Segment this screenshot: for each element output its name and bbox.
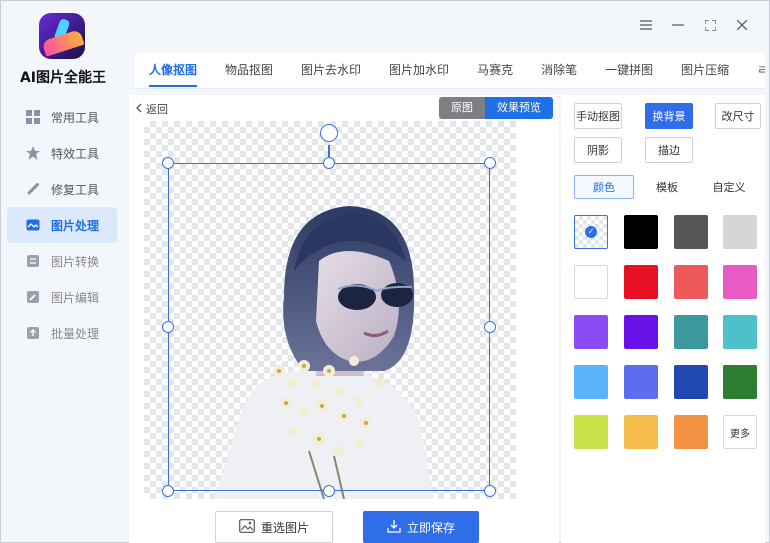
save-now-button[interactable]: 立即保存 xyxy=(363,511,479,543)
grid-icon xyxy=(25,109,41,125)
resize-handle-tr[interactable] xyxy=(484,157,496,169)
back-label: 返回 xyxy=(146,103,168,116)
sidebar-item-label: 图片转换 xyxy=(51,254,100,269)
close-icon[interactable] xyxy=(735,17,749,33)
color-swatch[interactable] xyxy=(723,265,757,299)
selection-box[interactable] xyxy=(168,163,490,491)
editor-area: 返回 原图 效果预览 重选图片 立即保存 xyxy=(129,95,559,543)
sidebar-item-label: 图片处理 xyxy=(51,218,100,233)
color-swatch[interactable] xyxy=(574,365,608,399)
sidebar-item-image-convert[interactable]: 图片转换 xyxy=(7,243,117,279)
resize-handle-bl[interactable] xyxy=(162,485,174,497)
star-icon xyxy=(25,145,41,161)
app-name: AI图片全能王 xyxy=(19,70,107,86)
color-swatch[interactable] xyxy=(574,315,608,349)
sidebar-item-repair-tools[interactable]: 修复工具 xyxy=(7,171,117,207)
back-button[interactable]: 返回 xyxy=(135,101,168,117)
tab-portrait-cutout[interactable]: 人像抠图 xyxy=(135,53,211,88)
sidebar-item-batch[interactable]: 批量处理 xyxy=(7,315,117,351)
download-icon xyxy=(387,519,401,536)
feature-tabs: 人像抠图 物品抠图 图片去水印 图片加水印 马赛克 消除笔 一键拼图 图片压缩 … xyxy=(135,53,765,89)
color-swatch[interactable] xyxy=(624,315,658,349)
sidebar-item-label: 图片编辑 xyxy=(51,290,100,305)
resize-handle-tl[interactable] xyxy=(162,157,174,169)
check-icon: ✓ xyxy=(585,226,597,238)
sidebar-item-label: 批量处理 xyxy=(51,326,100,341)
window-controls xyxy=(639,17,749,33)
swatch-transparent[interactable]: ✓ xyxy=(574,215,608,249)
tab-eraser[interactable]: 消除笔 xyxy=(527,53,591,88)
color-swatch[interactable] xyxy=(624,415,658,449)
menu-icon[interactable] xyxy=(639,17,653,33)
image-icon xyxy=(239,518,255,536)
color-swatch[interactable] xyxy=(723,315,757,349)
resize-handle-r[interactable] xyxy=(484,321,496,333)
reselect-label: 重选图片 xyxy=(260,520,309,535)
color-swatch[interactable] xyxy=(674,365,708,399)
image-wave-icon xyxy=(25,217,41,233)
reselect-image-button[interactable]: 重选图片 xyxy=(215,511,333,543)
color-swatch[interactable] xyxy=(674,315,708,349)
maximize-icon[interactable] xyxy=(703,17,717,33)
wand-icon xyxy=(25,181,41,197)
subtab-color[interactable]: 颜色 xyxy=(574,175,634,199)
tab-mosaic[interactable]: 马赛克 xyxy=(463,53,527,88)
app-window: AI图片全能王 常用工具 特效工具 修复工具 图片处理 图片转换 图片编辑 批量… xyxy=(0,0,770,543)
color-swatch[interactable] xyxy=(723,215,757,249)
color-swatch[interactable] xyxy=(674,415,708,449)
resize-button[interactable]: 改尺寸 xyxy=(715,103,761,129)
sidebar-item-label: 修复工具 xyxy=(51,182,100,197)
color-swatch[interactable] xyxy=(723,365,757,399)
sidebar-nav: 常用工具 特效工具 修复工具 图片处理 图片转换 图片编辑 批量处理 xyxy=(7,99,117,351)
upload-icon xyxy=(25,325,41,341)
view-original-button[interactable]: 原图 xyxy=(439,97,485,119)
sidebar-item-label: 特效工具 xyxy=(51,146,100,161)
sidebar-item-image-processing[interactable]: 图片处理 xyxy=(7,207,117,243)
change-background-button[interactable]: 换背景 xyxy=(645,103,693,129)
resize-handle-br[interactable] xyxy=(484,485,496,497)
subtab-custom[interactable]: 自定义 xyxy=(705,175,753,199)
shadow-button[interactable]: 阴影 xyxy=(574,137,622,163)
more-colors-button[interactable]: 更多 xyxy=(723,415,757,449)
color-swatch[interactable] xyxy=(574,265,608,299)
save-label: 立即保存 xyxy=(406,520,455,535)
tab-remove-watermark[interactable]: 图片去水印 xyxy=(287,53,375,88)
sidebar-item-label: 常用工具 xyxy=(51,110,100,125)
options-panel: 手动抠图 换背景 改尺寸 阴影 描边 颜色 模板 自定义 ✓ 更多 xyxy=(561,95,765,543)
resize-handle-t[interactable] xyxy=(323,157,335,169)
color-swatch[interactable] xyxy=(574,415,608,449)
tab-add-watermark[interactable]: 图片加水印 xyxy=(375,53,463,88)
stroke-button[interactable]: 描边 xyxy=(645,137,693,163)
color-swatch[interactable] xyxy=(624,265,658,299)
rotate-handle[interactable] xyxy=(320,124,338,142)
color-swatch[interactable] xyxy=(674,265,708,299)
convert-icon xyxy=(25,253,41,269)
edit-icon xyxy=(25,289,41,305)
minimize-icon[interactable] xyxy=(671,17,685,33)
view-effect-button[interactable]: 效果预览 xyxy=(485,97,553,119)
color-swatch[interactable] xyxy=(624,365,658,399)
sidebar-item-effect-tools[interactable]: 特效工具 xyxy=(7,135,117,171)
color-swatch[interactable] xyxy=(674,215,708,249)
sidebar-item-image-edit[interactable]: 图片编辑 xyxy=(7,279,117,315)
sidebar-item-common-tools[interactable]: 常用工具 xyxy=(7,99,117,135)
app-logo xyxy=(39,13,85,59)
sidebar: AI图片全能王 常用工具 特效工具 修复工具 图片处理 图片转换 图片编辑 批量… xyxy=(1,1,125,542)
subtab-template[interactable]: 模板 xyxy=(643,175,691,199)
tab-overflow[interactable]: ㄹ xyxy=(743,53,765,88)
tab-compress[interactable]: 图片压缩 xyxy=(667,53,743,88)
view-toggle: 原图 效果预览 xyxy=(439,97,553,119)
manual-cutout-button[interactable]: 手动抠图 xyxy=(574,103,622,129)
resize-handle-l[interactable] xyxy=(162,321,174,333)
tab-collage[interactable]: 一键拼图 xyxy=(591,53,667,88)
color-swatch[interactable] xyxy=(624,215,658,249)
tab-object-cutout[interactable]: 物品抠图 xyxy=(211,53,287,88)
chevron-left-icon xyxy=(135,103,142,116)
resize-handle-b[interactable] xyxy=(323,485,335,497)
